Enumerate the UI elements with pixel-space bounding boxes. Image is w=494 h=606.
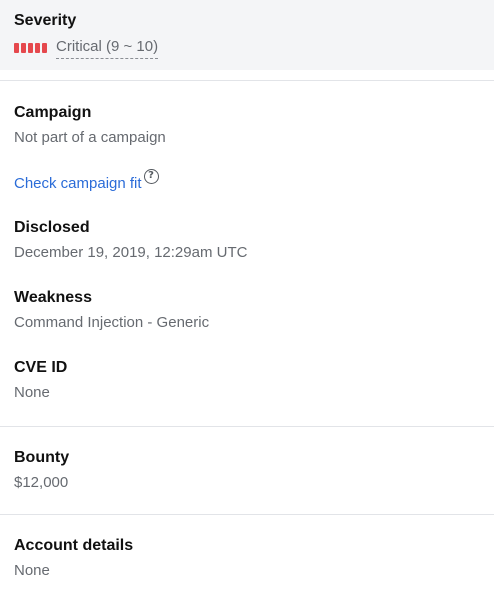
disclosed-label: Disclosed: [14, 219, 90, 236]
severity-section: Severity Critical (9 ~ 10): [0, 0, 494, 70]
severity-bar: [14, 43, 19, 53]
weakness-label: Weakness: [14, 289, 92, 306]
severity-row: Critical (9 ~ 10): [14, 37, 480, 59]
weakness-value[interactable]: Command Injection - Generic: [14, 313, 480, 333]
bounty-section: Bounty $12,000: [0, 427, 494, 493]
severity-bar: [35, 43, 40, 53]
bounty-value: $12,000: [14, 474, 69, 491]
severity-value[interactable]: Critical (9 ~ 10): [56, 37, 159, 59]
account-details-value: None: [14, 562, 50, 579]
account-details-label: Account details: [14, 537, 134, 554]
severity-label: Severity: [14, 12, 77, 29]
campaign-label: Campaign: [14, 104, 92, 121]
cve-section: CVE ID None: [0, 333, 494, 403]
cve-value: None: [14, 384, 50, 401]
account-section: Account details None: [0, 515, 494, 581]
campaign-section: Campaign Not part of a campaign Check ca…: [0, 81, 494, 194]
campaign-link-row: Check campaign fit ?: [14, 169, 480, 194]
severity-bar: [21, 43, 26, 53]
disclosed-section: Disclosed December 19, 2019, 12:29am UTC: [0, 194, 494, 263]
bounty-label: Bounty: [14, 449, 70, 466]
check-campaign-fit-link[interactable]: Check campaign fit: [14, 174, 142, 194]
help-icon[interactable]: ?: [143, 169, 159, 184]
severity-bar: [28, 43, 33, 53]
campaign-value: Not part of a campaign: [14, 129, 166, 146]
severity-bar: [42, 43, 47, 53]
weakness-section: Weakness Command Injection - Generic: [0, 263, 494, 333]
disclosed-value: December 19, 2019, 12:29am UTC: [14, 244, 248, 261]
cve-label: CVE ID: [14, 359, 68, 376]
severity-meter-icon: [14, 43, 47, 53]
